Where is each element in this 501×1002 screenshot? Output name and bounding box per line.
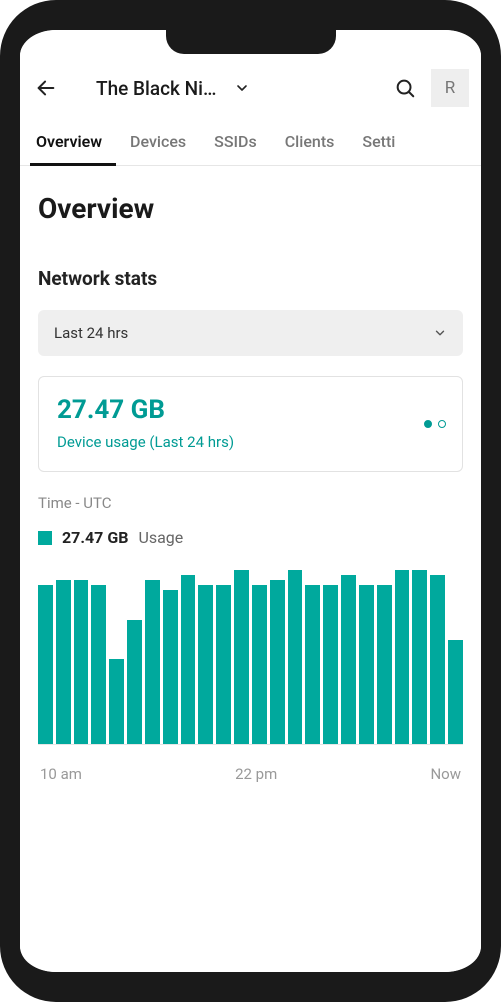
chart-bar xyxy=(448,640,463,744)
chart-bar xyxy=(430,575,445,744)
chart-bar xyxy=(38,585,53,744)
chart-bar xyxy=(145,580,160,744)
tab-clients[interactable]: Clients xyxy=(271,118,349,165)
x-tick: 10 am xyxy=(40,765,82,783)
top-bar: The Black Ni… R xyxy=(20,64,481,118)
chart-bar xyxy=(198,585,213,744)
tab-settings[interactable]: Setti xyxy=(348,118,409,165)
chart-bar xyxy=(127,620,142,744)
usage-bar-chart xyxy=(38,565,463,745)
chevron-down-icon xyxy=(234,80,250,96)
time-range-select[interactable]: Last 24 hrs xyxy=(38,310,463,356)
tab-ssids[interactable]: SSIDs xyxy=(200,118,271,165)
chart-bar xyxy=(359,585,374,744)
search-button[interactable] xyxy=(385,68,425,108)
tab-devices[interactable]: Devices xyxy=(116,118,200,165)
avatar-initial: R xyxy=(445,78,455,98)
chart-bar xyxy=(412,570,427,744)
page-title: Overview xyxy=(38,192,463,225)
chart-bar xyxy=(270,580,285,744)
chart-bar xyxy=(288,570,303,744)
chart-bar xyxy=(341,575,356,744)
legend-value: 27.47 GB xyxy=(62,528,128,547)
chart-bar xyxy=(181,575,196,744)
chart-bar xyxy=(109,659,124,744)
timezone-label: Time - UTC xyxy=(38,494,463,512)
search-icon xyxy=(394,77,416,99)
network-selector[interactable]: The Black Ni… xyxy=(96,77,250,100)
avatar[interactable]: R xyxy=(431,69,469,107)
legend-swatch xyxy=(38,531,52,545)
card-pager xyxy=(424,420,446,428)
chart-bar xyxy=(252,585,267,744)
chart-bar xyxy=(216,585,231,744)
pager-dot-active[interactable] xyxy=(424,420,432,428)
chart-x-axis: 10 am 22 pm Now xyxy=(38,765,463,783)
chart-bar xyxy=(163,590,178,744)
stat-subtitle: Device usage (Last 24 hrs) xyxy=(57,433,444,451)
legend-name: Usage xyxy=(138,528,183,547)
chevron-down-icon xyxy=(433,326,447,340)
tab-overview[interactable]: Overview xyxy=(30,118,116,165)
chart-bar xyxy=(74,580,89,744)
chart-bar xyxy=(56,580,71,744)
chart-bar xyxy=(91,585,106,744)
chart-bar xyxy=(395,570,410,744)
x-tick: Now xyxy=(430,765,461,783)
x-tick: 22 pm xyxy=(235,765,277,783)
chart-legend: 27.47 GB Usage xyxy=(38,528,463,547)
section-title: Network stats xyxy=(38,267,463,290)
back-button[interactable] xyxy=(26,68,66,108)
time-range-value: Last 24 hrs xyxy=(54,324,128,342)
tab-bar: Overview Devices SSIDs Clients Setti xyxy=(20,118,481,166)
stat-card[interactable]: 27.47 GB Device usage (Last 24 hrs) xyxy=(38,376,463,472)
arrow-left-icon xyxy=(35,77,57,99)
network-title: The Black Ni… xyxy=(96,77,216,100)
chart-bar xyxy=(323,585,338,744)
stat-value: 27.47 GB xyxy=(57,395,444,425)
pager-dot[interactable] xyxy=(438,420,446,428)
chart-bar xyxy=(377,585,392,744)
chart-bar xyxy=(234,570,249,744)
chart-bar xyxy=(305,585,320,744)
